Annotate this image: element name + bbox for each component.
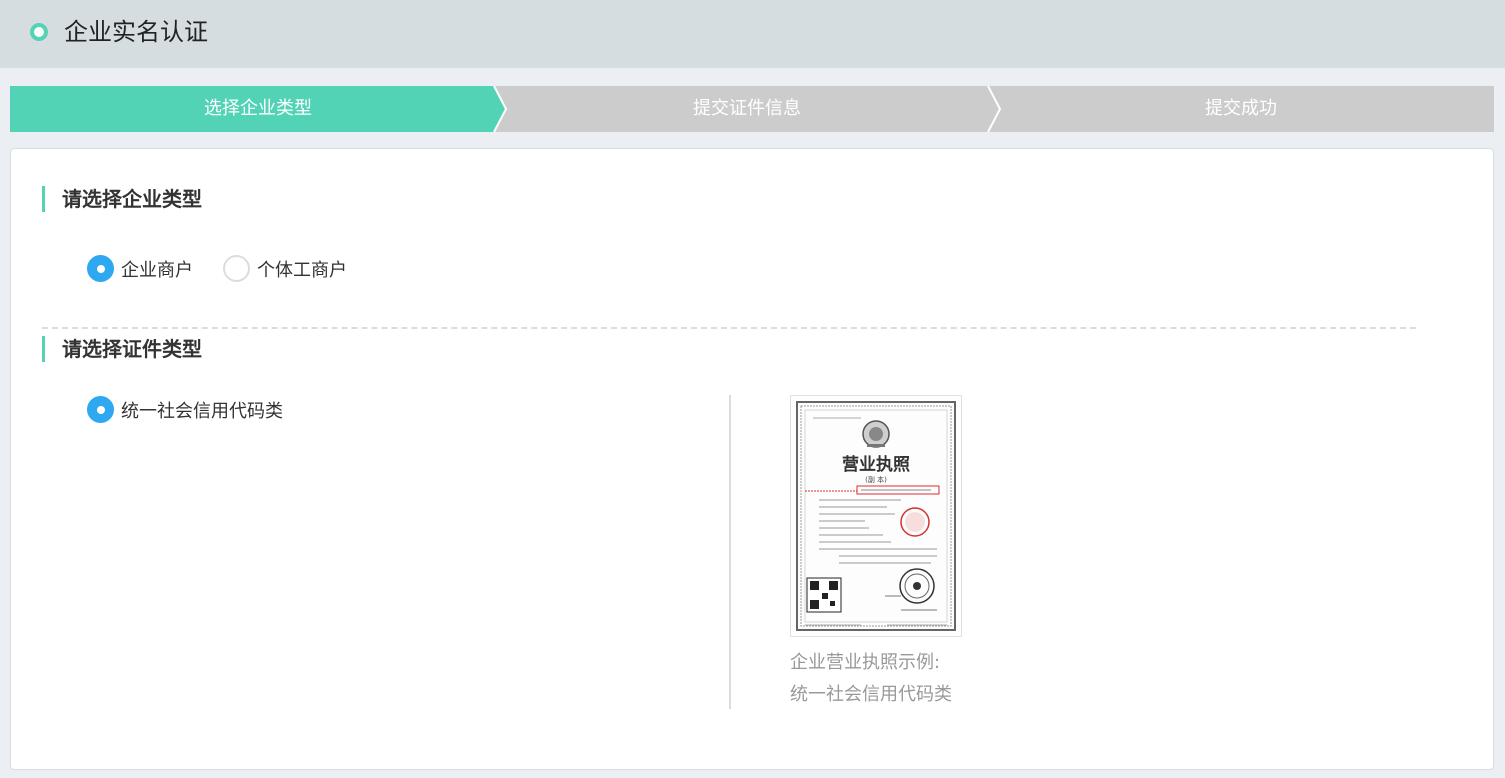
sample-caption-line-1: 企业营业执照示例: [790, 652, 941, 673]
status-ring-icon [30, 23, 48, 41]
step-separator-icon [987, 86, 1002, 132]
radio-enterprise-merchant[interactable]: 企业商户 [87, 255, 193, 282]
sample-caption-line-2: 统一社会信用代码类 [790, 684, 952, 705]
radio-label: 个体工商户 [257, 259, 347, 281]
radio-checked-icon [87, 396, 114, 423]
step-submit-certificate: 提交证件信息 [494, 86, 1000, 132]
step-select-company-type: 选择企业类型 [10, 86, 506, 132]
radio-unchecked-icon [223, 255, 250, 282]
vertical-divider [729, 395, 731, 709]
radio-checked-icon [87, 255, 114, 282]
section-divider [42, 327, 1416, 329]
page-header: 企业实名认证 [0, 0, 1505, 68]
company-type-heading: 请选择企业类型 [42, 186, 202, 212]
radio-unified-credit-code[interactable]: 统一社会信用代码类 [87, 396, 283, 423]
form-card: 请选择企业类型 企业商户 个体工商户 请选择证件类型 统一社会信用代码类 营业执… [10, 148, 1494, 770]
radio-individual-merchant[interactable]: 个体工商户 [223, 255, 347, 282]
license-title: 营业执照 [842, 454, 910, 475]
step-separator-icon [493, 86, 508, 132]
license-subtitle: (副 本) [865, 475, 887, 484]
page-title: 企业实名认证 [64, 18, 208, 46]
progress-steps: 选择企业类型 提交证件信息 提交成功 [10, 86, 1494, 132]
certificate-type-heading: 请选择证件类型 [42, 336, 202, 362]
radio-label: 统一社会信用代码类 [121, 400, 283, 422]
step-submit-success: 提交成功 [988, 86, 1494, 132]
business-license-sample-image: 营业执照 (副 本) [790, 395, 962, 637]
radio-label: 企业商户 [121, 259, 193, 281]
